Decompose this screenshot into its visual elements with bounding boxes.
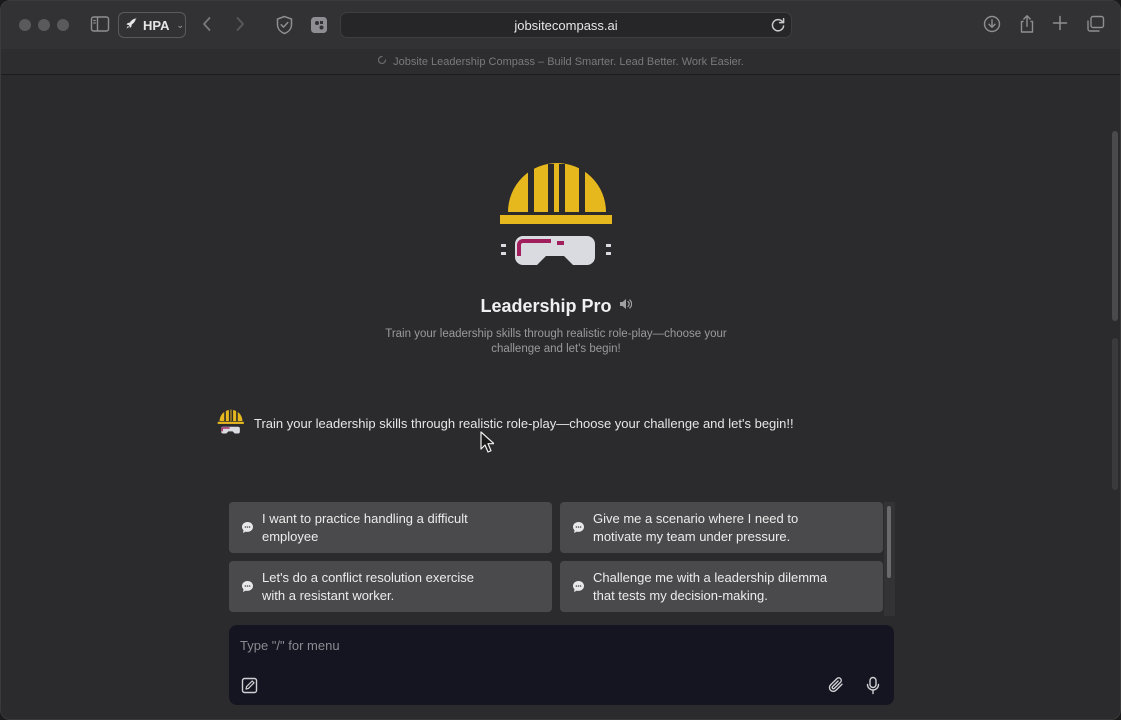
chat-bubble-icon (572, 521, 585, 534)
address-bar[interactable]: jobsitecompass.ai (340, 12, 792, 38)
browser-window: HPA ⌄ jobsitecompass.ai Jobsite Leadersh… (0, 0, 1121, 720)
browser-toolbar: HPA ⌄ jobsitecompass.ai (1, 1, 1120, 49)
extension-icon[interactable] (310, 16, 328, 34)
page-scrollbar-thumb[interactable] (1112, 131, 1118, 321)
chat-bubble-icon (241, 580, 254, 593)
minimize-window-button[interactable] (38, 19, 50, 31)
rocket-icon (125, 17, 138, 33)
downloads-icon[interactable] (983, 15, 1001, 33)
assistant-message: Train your leadership skills through rea… (217, 408, 794, 438)
assistant-avatar (217, 408, 245, 438)
close-window-button[interactable] (19, 19, 31, 31)
reload-icon[interactable] (769, 16, 787, 37)
leadership-pro-logo (497, 160, 617, 280)
suggestion-text: Let's do a conflict resolution exercise … (262, 569, 475, 603)
page-content: Leadership Pro Train your leadership ski… (1, 76, 1120, 719)
url-text: jobsitecompass.ai (514, 17, 618, 33)
tab-overview-icon[interactable] (1086, 15, 1105, 33)
loading-spinner-icon (377, 55, 387, 68)
suggestion-card[interactable]: Challenge me with a leadership dilemma t… (560, 561, 883, 612)
hero-subtitle: Train your leadership skills through rea… (385, 328, 727, 355)
suggestion-text: Challenge me with a leadership dilemma t… (593, 569, 828, 603)
share-icon[interactable] (1018, 14, 1036, 34)
hero-title-row: Leadership Pro (1, 296, 1111, 317)
zoom-window-button[interactable] (57, 19, 69, 31)
tab-title: Jobsite Leadership Compass – Build Smart… (393, 55, 744, 68)
suggestion-text: I want to practice handling a difficult … (262, 510, 468, 544)
suggestion-grid: I want to practice handling a difficult … (229, 502, 895, 616)
profile-label: HPA (143, 17, 170, 33)
microphone-icon[interactable] (865, 676, 881, 700)
suggestion-card[interactable]: I want to practice handling a difficult … (229, 502, 552, 553)
suggestion-card[interactable]: Let's do a conflict resolution exercise … (229, 561, 552, 612)
assistant-message-text: Train your leadership skills through rea… (254, 415, 794, 431)
chat-bubble-icon (241, 521, 254, 534)
forward-arrow-icon[interactable] (233, 16, 247, 32)
suggestion-scrollbar-thumb[interactable] (887, 506, 891, 578)
paperclip-icon[interactable] (827, 676, 845, 699)
new-tab-plus-icon[interactable] (1052, 15, 1068, 31)
chat-bubble-icon (572, 580, 585, 593)
page-scrollbar-track[interactable] (1112, 338, 1118, 490)
tab-title-bar[interactable]: Jobsite Leadership Compass – Build Smart… (1, 49, 1120, 75)
back-arrow-icon[interactable] (200, 16, 214, 32)
message-composer (229, 625, 894, 705)
mouse-cursor-icon (480, 431, 495, 458)
new-chat-icon[interactable] (241, 677, 258, 699)
chevron-down-icon: ⌄ (176, 19, 185, 30)
profile-switcher-button[interactable]: HPA ⌄ (118, 12, 186, 38)
shield-icon[interactable] (275, 15, 294, 35)
page-title: Leadership Pro (480, 296, 612, 316)
speaker-icon[interactable] (618, 297, 632, 316)
message-input[interactable] (240, 635, 840, 655)
suggestion-card[interactable]: Give me a scenario where I need to motiv… (560, 502, 883, 553)
sidebar-toggle-icon[interactable] (90, 15, 110, 33)
suggestion-text: Give me a scenario where I need to motiv… (593, 510, 799, 544)
